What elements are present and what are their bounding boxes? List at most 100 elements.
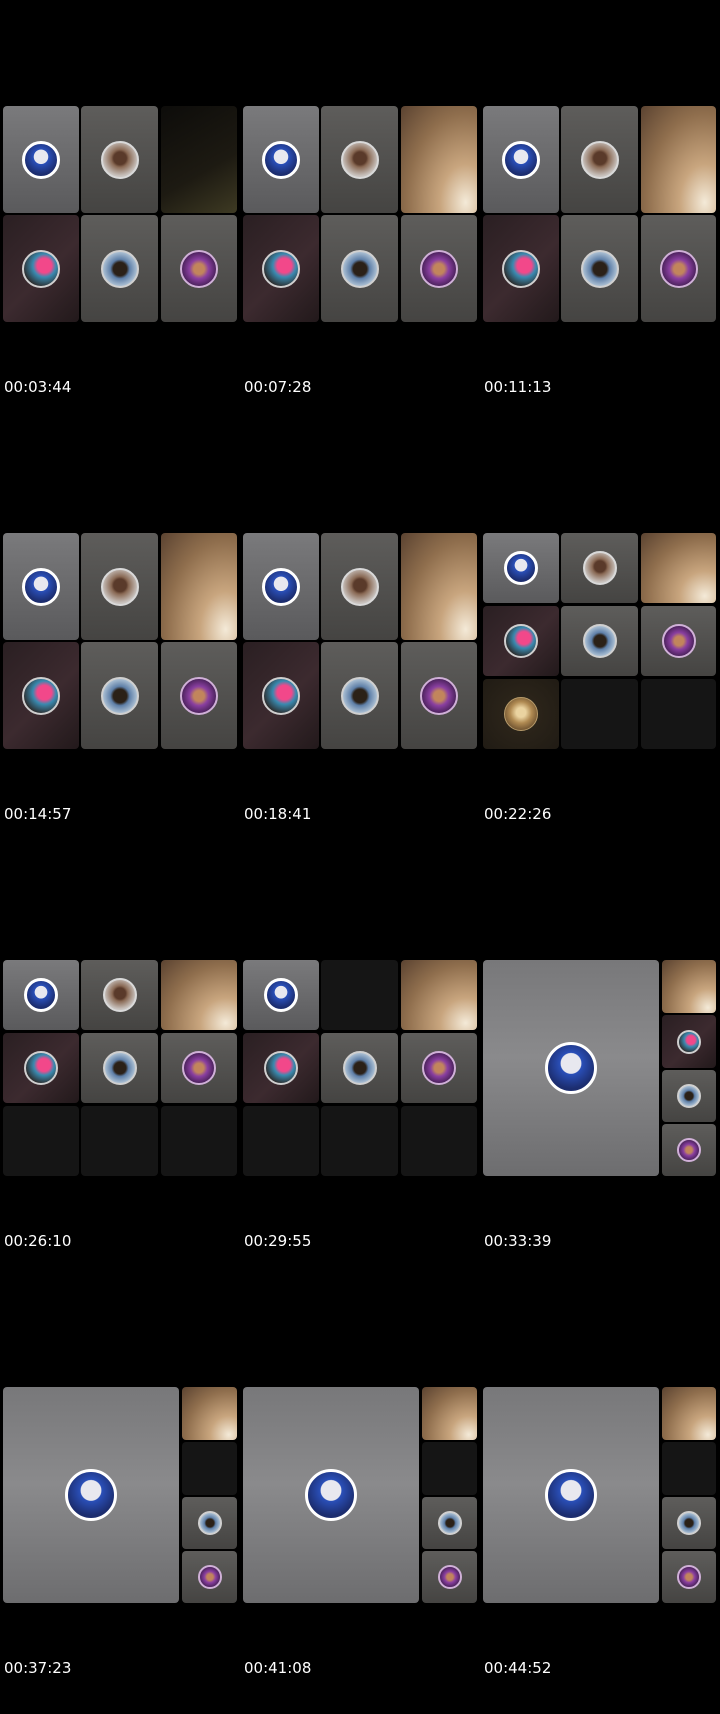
participant-tile[interactable] [422,1497,477,1549]
empty-tile [81,1106,158,1176]
participant-avatar [504,697,538,731]
participant-tile[interactable] [641,606,716,676]
participant-tile[interactable] [3,1033,79,1103]
participant-tile[interactable] [422,1551,477,1603]
participant-tile[interactable] [161,215,237,322]
call-grid [240,106,477,324]
participant-tile[interactable] [561,606,638,676]
participant-avatar [422,1051,456,1085]
participant-tile[interactable] [182,1551,237,1603]
participant-tile[interactable] [243,960,319,1030]
participant-tile[interactable] [81,1033,158,1103]
participant-video-tile[interactable] [641,106,716,213]
participant-tile[interactable] [641,215,716,322]
participant-tile[interactable] [243,642,319,749]
timestamp: 00:07:28 [244,378,312,396]
participant-tile[interactable] [483,533,559,603]
empty-tile [3,1106,79,1176]
participant-avatar [305,1469,357,1521]
participant-tile[interactable] [483,606,559,676]
participant-avatar [437,1511,462,1535]
empty-tile [401,1106,477,1176]
participant-avatar [24,978,58,1012]
participant-avatar [24,1051,58,1085]
call-grid [480,960,716,1178]
participant-video-tile[interactable] [662,960,716,1013]
participant-tile[interactable] [182,1497,237,1549]
video-frame-8: 00:29:55 [240,960,477,1287]
participant-tile[interactable] [321,1033,398,1103]
participant-tile[interactable] [81,960,158,1030]
empty-tile [422,1442,477,1495]
featured-participant-tile[interactable] [483,960,659,1176]
participant-avatar [22,567,60,606]
timestamp: 00:03:44 [4,378,72,396]
participant-tile[interactable] [321,106,398,213]
participant-tile[interactable] [401,215,477,322]
participant-tile[interactable] [81,642,158,749]
participant-tile[interactable] [662,1124,716,1176]
participant-tile[interactable] [81,215,158,322]
video-frame-5: 00:18:41 [240,533,477,860]
participant-tile[interactable] [483,679,559,749]
call-grid [0,1387,237,1605]
participant-avatar [100,249,139,288]
participant-video-tile[interactable] [161,960,237,1030]
participant-video-tile[interactable] [161,533,237,640]
participant-tile[interactable] [3,106,79,213]
participant-tile[interactable] [483,215,559,322]
participant-tile[interactable] [321,642,398,749]
participant-tile[interactable] [243,106,319,213]
featured-participant-tile[interactable] [243,1387,419,1603]
participant-tile[interactable] [243,215,319,322]
video-frame-12: 00:44:52 [480,1387,716,1714]
participant-tile[interactable] [662,1015,716,1068]
participant-tile[interactable] [243,1033,319,1103]
call-grid [240,1387,477,1605]
featured-participant-tile[interactable] [483,1387,659,1603]
participant-video-tile[interactable] [182,1387,237,1440]
participant-video-tile[interactable] [401,960,477,1030]
video-frame-4: 00:14:57 [0,533,237,860]
participant-avatar [502,140,540,179]
participant-avatar [420,676,458,715]
participant-video-tile[interactable] [662,1387,716,1440]
timestamp: 00:18:41 [244,805,312,823]
call-grid [480,1387,716,1605]
participant-tile[interactable] [161,1033,237,1103]
participant-video-tile[interactable] [161,106,237,213]
participant-tile[interactable] [401,642,477,749]
participant-video-tile[interactable] [401,533,477,640]
participant-tile[interactable] [662,1070,716,1122]
video-frame-2: 00:07:28 [240,106,477,433]
participant-tile[interactable] [81,533,158,640]
participant-tile[interactable] [483,106,559,213]
participant-avatar [582,551,617,585]
participant-video-tile[interactable] [422,1387,477,1440]
participant-tile[interactable] [3,215,79,322]
participant-tile[interactable] [81,106,158,213]
participant-tile[interactable] [662,1551,716,1603]
participant-tile[interactable] [161,642,237,749]
empty-tile [662,1442,716,1495]
participant-tile[interactable] [243,533,319,640]
participant-tile[interactable] [3,642,79,749]
participant-tile[interactable] [3,960,79,1030]
participant-tile[interactable] [561,533,638,603]
participant-tile[interactable] [662,1497,716,1549]
participant-avatar [582,624,617,658]
participant-avatar [100,567,139,606]
participant-tile[interactable] [321,533,398,640]
participant-tile[interactable] [321,215,398,322]
featured-participant-tile[interactable] [3,1387,179,1603]
participant-tile[interactable] [3,533,79,640]
participant-video-tile[interactable] [401,106,477,213]
video-frame-9: 00:33:39 [480,960,716,1287]
participant-tile[interactable] [561,106,638,213]
participant-tile[interactable] [401,1033,477,1103]
participant-tile[interactable] [561,215,638,322]
participant-avatar [342,1051,377,1085]
timestamp: 00:22:26 [484,805,552,823]
participant-video-tile[interactable] [641,533,716,603]
timestamp: 00:26:10 [4,1232,72,1250]
